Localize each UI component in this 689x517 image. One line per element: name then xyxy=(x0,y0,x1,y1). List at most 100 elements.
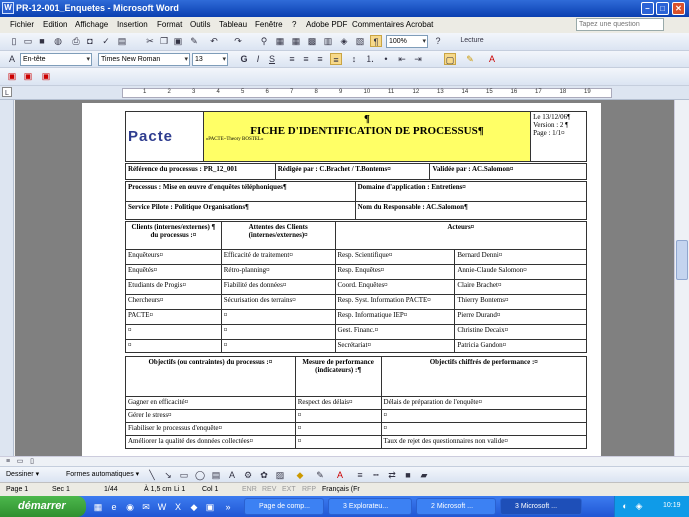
tray-security-icon[interactable]: ◈ xyxy=(633,500,645,512)
research-icon[interactable]: ▤ xyxy=(116,35,128,47)
tab-selector-icon[interactable]: L xyxy=(2,87,12,97)
3d-icon[interactable]: ▰ xyxy=(418,469,430,481)
close-button[interactable]: ✕ xyxy=(672,2,685,15)
menu-commentaires-acrobat[interactable]: Commentaires Acrobat xyxy=(352,20,433,29)
menu-format[interactable]: Format xyxy=(157,20,182,29)
start-button[interactable]: démarrer xyxy=(0,496,86,517)
style-select[interactable]: En-tête xyxy=(20,53,92,66)
menu-insertion[interactable]: Insertion xyxy=(117,20,148,29)
zoom-select[interactable]: 100% xyxy=(386,35,428,48)
diagram-icon[interactable]: ⚙ xyxy=(242,469,254,481)
document-map-icon[interactable]: ▧ xyxy=(354,35,366,47)
menu-help[interactable]: ? xyxy=(292,20,296,29)
pdf-email-icon[interactable]: ▣ xyxy=(22,70,34,82)
print-icon[interactable]: ⎙ xyxy=(70,35,82,47)
quicklaunch-desktop-icon[interactable]: ▦ xyxy=(92,501,104,513)
picture-icon[interactable]: ▨ xyxy=(274,469,286,481)
bullets-icon[interactable]: • xyxy=(380,53,392,65)
tables-borders-icon[interactable]: ▦ xyxy=(274,35,286,47)
task-page-de-comp[interactable]: Page de comp... xyxy=(244,498,324,515)
menu-adobe-pdf[interactable]: Adobe PDF xyxy=(306,20,347,29)
paste-icon[interactable]: ▣ xyxy=(172,35,184,47)
status-rfp[interactable]: RFP xyxy=(302,486,316,493)
arrow-style-icon[interactable]: ⇄ xyxy=(386,469,398,481)
highlight-icon[interactable]: ✎ xyxy=(464,53,476,65)
open-icon[interactable]: ▭ xyxy=(22,35,34,47)
menu-affichage[interactable]: Affichage xyxy=(75,20,108,29)
line-style-icon[interactable]: ≡ xyxy=(354,469,366,481)
tray-network-icon[interactable]: ◐ xyxy=(619,500,631,512)
status-enr[interactable]: ENR xyxy=(242,486,257,493)
border-icon[interactable]: ▢ xyxy=(444,53,456,65)
line-icon[interactable]: ╲ xyxy=(146,469,158,481)
quicklaunch-media-icon[interactable]: ◉ xyxy=(124,501,136,513)
oval-icon[interactable]: ◯ xyxy=(194,469,206,481)
bold-button[interactable]: G xyxy=(238,53,250,65)
document-area[interactable]: Pacte ¶ FICHE D'IDENTIFICATION DE PROCES… xyxy=(15,100,674,456)
fill-color-icon[interactable]: ◆ xyxy=(294,469,306,481)
quicklaunch-app-icon[interactable]: ◆ xyxy=(188,501,200,513)
permission-icon[interactable]: ◍ xyxy=(52,35,64,47)
help-icon[interactable]: ? xyxy=(432,35,444,47)
quicklaunch-arrow-icon[interactable]: » xyxy=(222,501,234,513)
format-painter-icon[interactable]: ✎ xyxy=(188,35,200,47)
task-microsoft-2[interactable]: 2 Microsoft ... xyxy=(416,498,496,515)
task-explorateur[interactable]: 3 Explorateu... xyxy=(328,498,412,515)
menu-outils[interactable]: Outils xyxy=(190,20,210,29)
quicklaunch-ie-icon[interactable]: e xyxy=(108,501,120,513)
quicklaunch-word-icon[interactable]: W xyxy=(156,501,168,513)
numbering-icon[interactable]: ⒈ xyxy=(364,53,376,65)
new-document-icon[interactable]: ▯ xyxy=(8,35,20,47)
scroll-thumb[interactable] xyxy=(676,240,688,280)
arrow-icon[interactable]: ↘ xyxy=(162,469,174,481)
increase-indent-icon[interactable]: ⇥ xyxy=(412,53,424,65)
underline-button[interactable]: S xyxy=(266,53,278,65)
read-mode-button[interactable]: Lecture xyxy=(450,35,494,47)
horizontal-ruler[interactable]: L 1 2 3 4 5 6 7 8 9 10 11 12 13 14 15 16 17 18 19 xyxy=(0,86,689,100)
align-center-icon[interactable]: ≡ xyxy=(300,53,312,65)
cut-icon[interactable]: ✂ xyxy=(144,35,156,47)
maximize-button[interactable]: □ xyxy=(656,2,669,15)
decrease-indent-icon[interactable]: ⇤ xyxy=(396,53,408,65)
document-page[interactable]: Pacte ¶ FICHE D'IDENTIFICATION DE PROCES… xyxy=(82,103,601,456)
font-select[interactable]: Times New Roman xyxy=(98,53,190,66)
wordart-icon[interactable]: A xyxy=(226,469,238,481)
textbox-icon[interactable]: ▤ xyxy=(210,469,222,481)
quicklaunch-outlook-icon[interactable]: ✉ xyxy=(140,501,152,513)
drawing-icon[interactable]: ◈ xyxy=(338,35,350,47)
quicklaunch-app2-icon[interactable]: ▣ xyxy=(204,501,216,513)
redo-icon[interactable]: ↷ xyxy=(232,35,244,47)
status-rev[interactable]: REV xyxy=(262,486,276,493)
task-microsoft-3[interactable]: 3 Microsoft ... xyxy=(500,498,582,515)
clipart-icon[interactable]: ✿ xyxy=(258,469,270,481)
shadow-icon[interactable]: ■ xyxy=(402,469,414,481)
dessiner-menu[interactable]: Dessiner ▾ xyxy=(6,470,39,478)
line-color-icon[interactable]: ✎ xyxy=(314,469,326,481)
vertical-scrollbar[interactable] xyxy=(674,100,689,456)
status-ext[interactable]: EXT xyxy=(282,486,296,493)
save-icon[interactable]: ■ xyxy=(36,35,48,47)
justify-icon[interactable]: ≡ xyxy=(330,53,342,65)
help-question-input[interactable] xyxy=(576,18,664,31)
menu-fichier[interactable]: Fichier xyxy=(10,20,34,29)
dash-style-icon[interactable]: ┅ xyxy=(370,469,382,481)
print-preview-icon[interactable]: ◘ xyxy=(84,35,96,47)
word-app-icon[interactable]: W xyxy=(2,2,14,14)
copy-icon[interactable]: ❐ xyxy=(158,35,170,47)
hyperlink-icon[interactable]: ⚲ xyxy=(258,35,270,47)
quicklaunch-excel-icon[interactable]: X xyxy=(172,501,184,513)
minimize-button[interactable]: – xyxy=(641,2,654,15)
align-right-icon[interactable]: ≡ xyxy=(314,53,326,65)
font-color-draw-icon[interactable]: A xyxy=(334,469,346,481)
menu-fenetre[interactable]: Fenêtre xyxy=(255,20,283,29)
autoshapes-menu[interactable]: Formes automatiques ▾ xyxy=(66,470,139,478)
align-left-icon[interactable]: ≡ xyxy=(286,53,298,65)
menu-edition[interactable]: Edition xyxy=(43,20,67,29)
rectangle-icon[interactable]: ▭ xyxy=(178,469,190,481)
line-spacing-icon[interactable]: ↕ xyxy=(348,53,360,65)
font-color-icon[interactable]: A xyxy=(486,53,498,65)
insert-table-icon[interactable]: ▦ xyxy=(290,35,302,47)
show-formatting-icon[interactable]: ¶ xyxy=(370,35,382,47)
font-size-select[interactable]: 13 xyxy=(192,53,228,66)
italic-button[interactable]: I xyxy=(252,53,264,65)
